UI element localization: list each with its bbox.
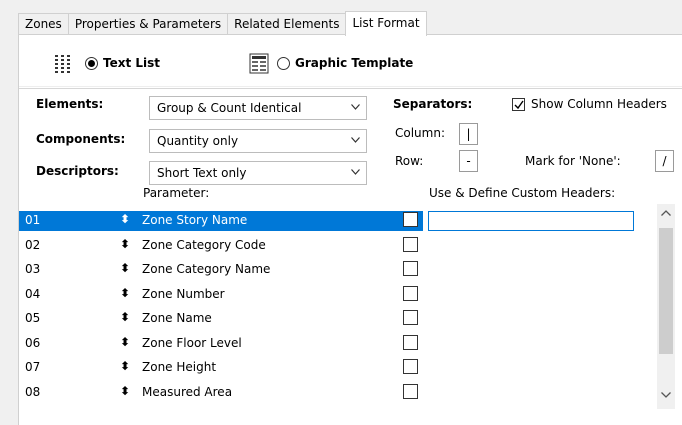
divider bbox=[19, 86, 682, 87]
list-item[interactable]: 05 ⬍ Zone Name bbox=[19, 309, 657, 334]
parameter-name: Zone Number bbox=[142, 286, 225, 301]
divider bbox=[19, 88, 682, 89]
use-custom-header-checkbox[interactable] bbox=[403, 310, 418, 325]
column-separator-label: Column: bbox=[395, 126, 445, 140]
list-format-panel: Text List Graphic Template Elements: Gro… bbox=[18, 34, 682, 425]
up-down-arrows-icon[interactable]: ⬍ bbox=[120, 237, 130, 251]
components-select-value: Quantity only bbox=[157, 134, 239, 148]
row-number: 05 bbox=[25, 311, 41, 325]
list-item[interactable]: 06 ⬍ Zone Floor Level bbox=[19, 334, 657, 359]
list-item[interactable]: 02 ⬍ Zone Category Code bbox=[19, 236, 657, 261]
up-down-arrows-icon[interactable]: ⬍ bbox=[120, 335, 130, 349]
chevron-down-icon bbox=[351, 169, 360, 175]
use-custom-header-checkbox[interactable] bbox=[403, 334, 418, 350]
show-column-headers-checkbox[interactable] bbox=[512, 98, 525, 111]
up-down-arrows-icon[interactable]: ⬍ bbox=[120, 261, 130, 275]
row-number: 06 bbox=[25, 335, 41, 350]
custom-headers-column-header: Use & Define Custom Headers: bbox=[429, 186, 616, 200]
list-item[interactable]: 08 ⬍ Measured Area bbox=[19, 383, 657, 408]
list-scrollbar[interactable] bbox=[657, 204, 675, 409]
row-separator-field[interactable]: - bbox=[459, 150, 478, 172]
checkmark-icon bbox=[514, 100, 524, 110]
use-custom-header-checkbox[interactable] bbox=[403, 285, 418, 301]
parameter-name: Zone Floor Level bbox=[142, 335, 242, 350]
up-down-arrows-icon[interactable]: ⬍ bbox=[120, 286, 130, 300]
tab-properties-parameters[interactable]: Properties & Parameters bbox=[67, 13, 229, 35]
list-item[interactable]: 07 ⬍ Zone Height bbox=[19, 358, 657, 383]
use-custom-header-checkbox[interactable] bbox=[403, 359, 418, 374]
parameter-name: Zone Height bbox=[142, 360, 217, 374]
up-down-arrows-icon[interactable]: ⬍ bbox=[120, 212, 130, 226]
chevron-up-icon[interactable] bbox=[661, 210, 671, 216]
row-number: 07 bbox=[25, 360, 41, 374]
use-custom-header-checkbox[interactable] bbox=[403, 236, 418, 252]
scrollbar-thumb[interactable] bbox=[659, 228, 673, 354]
descriptors-label: Descriptors: bbox=[36, 164, 119, 178]
none-mark-field[interactable]: / bbox=[655, 150, 674, 172]
separators-label: Separators: bbox=[393, 97, 473, 111]
components-label: Components: bbox=[36, 132, 126, 146]
elements-select[interactable]: Group & Count Identical bbox=[149, 96, 367, 120]
parameter-list: 01 ⬍ Zone Story Name 02 ⬍ Zone Category … bbox=[19, 204, 659, 401]
row-number: 08 bbox=[25, 384, 41, 399]
list-item[interactable]: 03 ⬍ Zone Category Name bbox=[19, 260, 657, 285]
graphic-template-label[interactable]: Graphic Template bbox=[295, 55, 413, 71]
custom-header-input[interactable] bbox=[428, 211, 634, 231]
list-item[interactable]: 04 ⬍ Zone Number bbox=[19, 285, 657, 310]
tab-bar: Zones Properties & Parameters Related El… bbox=[18, 11, 427, 36]
row-number: 04 bbox=[25, 286, 41, 301]
chevron-down-icon[interactable] bbox=[661, 392, 671, 398]
tab-zones[interactable]: Zones bbox=[18, 13, 69, 35]
chevron-down-icon bbox=[351, 137, 360, 143]
list-mode-row: Text List Graphic Template bbox=[35, 51, 675, 75]
parameter-column-header: Parameter: bbox=[143, 186, 210, 200]
use-custom-header-checkbox[interactable] bbox=[403, 212, 418, 227]
none-mark-label: Mark for 'None': bbox=[525, 154, 621, 168]
use-custom-header-checkbox[interactable] bbox=[403, 383, 418, 399]
graphic-template-icon bbox=[249, 53, 269, 74]
descriptors-select-value: Short Text only bbox=[157, 166, 247, 180]
parameter-name: Zone Name bbox=[142, 311, 212, 325]
row-number: 02 bbox=[25, 237, 41, 252]
use-custom-header-checkbox[interactable] bbox=[403, 261, 418, 276]
descriptors-select[interactable]: Short Text only bbox=[149, 161, 367, 185]
up-down-arrows-icon[interactable]: ⬍ bbox=[120, 359, 130, 373]
up-down-arrows-icon[interactable]: ⬍ bbox=[120, 384, 130, 398]
text-list-icon bbox=[55, 55, 70, 73]
parameter-name: Zone Story Name bbox=[142, 213, 248, 227]
parameter-name: Measured Area bbox=[142, 384, 233, 399]
row-number: 01 bbox=[25, 213, 41, 227]
graphic-template-radio[interactable] bbox=[277, 57, 290, 70]
up-down-arrows-icon[interactable]: ⬍ bbox=[120, 310, 130, 324]
text-list-label[interactable]: Text List bbox=[103, 55, 160, 71]
elements-select-value: Group & Count Identical bbox=[157, 101, 302, 115]
chevron-down-icon bbox=[351, 104, 360, 110]
parameter-name: Zone Category Name bbox=[142, 262, 271, 276]
row-number: 03 bbox=[25, 262, 41, 276]
list-item[interactable]: 01 ⬍ Zone Story Name bbox=[19, 211, 657, 236]
components-select[interactable]: Quantity only bbox=[149, 129, 367, 153]
row-separator-label: Row: bbox=[395, 154, 424, 168]
parameter-name: Zone Category Code bbox=[142, 237, 266, 252]
column-separator-field[interactable]: | bbox=[459, 123, 478, 145]
tab-related-elements[interactable]: Related Elements bbox=[227, 13, 347, 35]
tab-list-format[interactable]: List Format bbox=[345, 11, 427, 36]
show-column-headers-label[interactable]: Show Column Headers bbox=[531, 97, 667, 111]
elements-label: Elements: bbox=[36, 97, 104, 111]
text-list-radio[interactable] bbox=[85, 57, 98, 70]
